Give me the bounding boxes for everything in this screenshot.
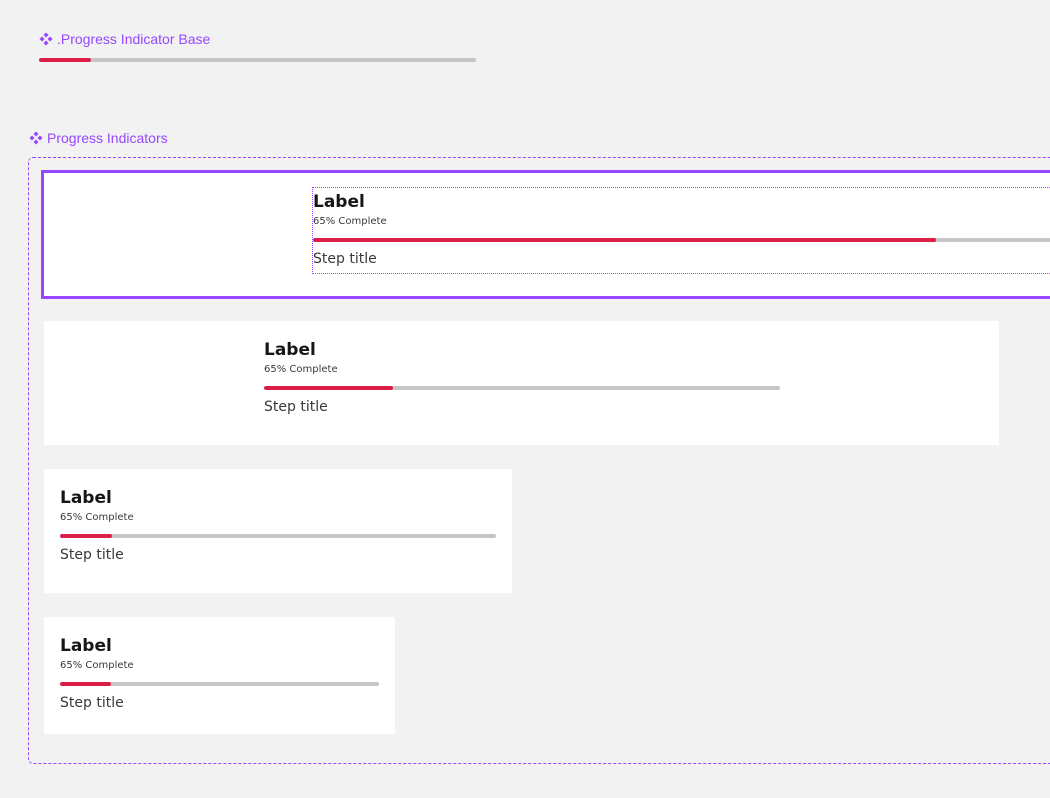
progress-indicator-1[interactable]: Label 65% Complete Step title [313, 191, 1050, 269]
progress-bar [60, 534, 496, 538]
step-title: Step title [60, 547, 124, 563]
indicator-helper-text: 65% Complete [264, 364, 338, 375]
progress-bar [313, 238, 1050, 242]
progress-bar [60, 682, 379, 686]
progress-bar-fill [313, 238, 937, 242]
indicator-label: Label [60, 488, 112, 508]
progress-indicator-2[interactable]: Label 65% Complete Step title [264, 339, 780, 417]
step-title: Step title [313, 251, 377, 267]
base-component-title[interactable]: .Progress Indicator Base [39, 31, 210, 47]
indicator-label: Label [264, 340, 316, 360]
component-diamond-icon [39, 32, 53, 46]
base-progress-fill [39, 58, 92, 62]
progress-bar-fill [60, 682, 112, 686]
variants-group-title-text: Progress Indicators [47, 130, 168, 146]
variants-group-title[interactable]: Progress Indicators [29, 130, 168, 146]
progress-bar [264, 386, 780, 390]
indicator-helper-text: 65% Complete [313, 216, 387, 227]
progress-bar-fill [264, 386, 393, 390]
progress-bar-fill [60, 534, 113, 538]
step-title: Step title [264, 399, 328, 415]
component-diamond-icon [29, 131, 43, 145]
indicator-helper-text: 65% Complete [60, 660, 134, 671]
indicator-label: Label [313, 192, 365, 212]
indicator-helper-text: 65% Complete [60, 512, 134, 523]
progress-indicator-3[interactable]: Label 65% Complete Step title [60, 487, 496, 565]
base-progress-track[interactable] [39, 58, 476, 62]
base-component-title-text: .Progress Indicator Base [57, 31, 211, 47]
progress-indicator-4[interactable]: Label 65% Complete Step title [60, 635, 379, 713]
indicator-label: Label [60, 636, 112, 656]
step-title: Step title [60, 695, 124, 711]
